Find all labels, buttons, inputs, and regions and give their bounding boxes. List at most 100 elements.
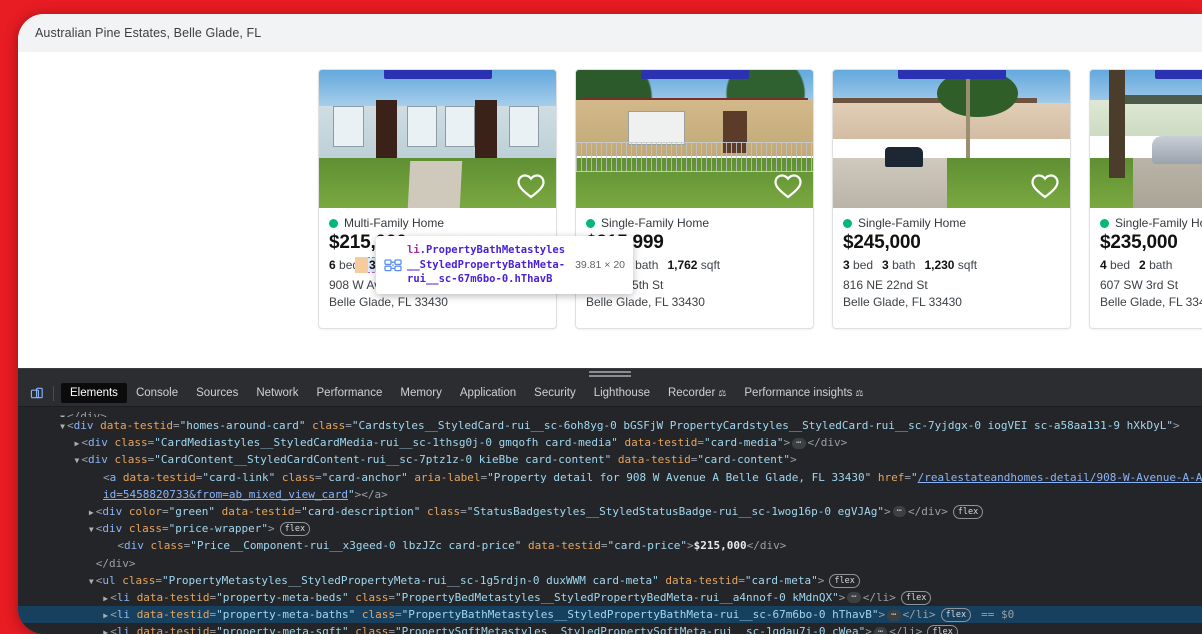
dom-token-punct: =: [162, 504, 169, 518]
dom-token-attrv: "PropertyMetastyles__StyledPropertyMeta-…: [162, 573, 659, 587]
expand-triangle-down-icon[interactable]: ▼: [87, 521, 96, 538]
dom-token-txt: $215,000: [693, 539, 747, 553]
browser-tab[interactable]: Australian Pine Estates, Belle Glade, FL: [18, 14, 1202, 52]
collapsed-children-icon[interactable]: ⋯: [847, 592, 861, 604]
property-card[interactable]: Single-Family Home $235,000 4 bed 2 bath 607…: [1089, 69, 1202, 329]
dom-token-attrv: ": [911, 470, 918, 484]
card-media[interactable]: [1090, 70, 1202, 208]
dom-token-attrv: "property-meta-beds": [216, 590, 349, 604]
devtools-tab-lighthouse[interactable]: Lighthouse: [585, 383, 659, 403]
dom-token-punct: =: [314, 470, 322, 484]
dom-tree-line[interactable]: ▶ <div class="CardMediastyles__StyledCard…: [18, 434, 1202, 451]
dom-tree-line[interactable]: ▶</div>: [18, 555, 1202, 572]
card-media[interactable]: [833, 70, 1070, 208]
devtools-tab-performance-insights[interactable]: Performance insights ⚖: [735, 383, 872, 403]
save-heart-icon[interactable]: [516, 172, 546, 200]
expand-triangle-right-icon[interactable]: ▶: [87, 504, 96, 521]
dom-tree-line[interactable]: ▶ <li data-testid = "property-meta-beds" cl…: [18, 589, 1202, 606]
save-heart-icon[interactable]: [773, 172, 803, 200]
card-address: 816 NE 22nd St Belle Glade, FL 33430: [843, 277, 1060, 311]
devtools-tab-security[interactable]: Security: [525, 383, 585, 403]
flex-badge[interactable]: flex: [940, 608, 972, 623]
collapsed-children-icon[interactable]: ⋯: [892, 506, 907, 518]
dom-tree-line[interactable]: ▶id=5458820733&from=ab_mixed_view_card">…: [18, 486, 1202, 503]
dom-token-punct: <: [110, 625, 117, 634]
flex-badge[interactable]: flex: [900, 590, 932, 605]
dom-token-attrv: "Property detail for 908 W Avenue A Bell…: [487, 470, 872, 484]
dom-token-punct: >: [687, 539, 694, 553]
devtools-tab-application[interactable]: Application: [451, 383, 525, 403]
dom-token-punct: >: [790, 453, 797, 467]
dom-token-tagn: li: [116, 625, 131, 634]
dom-token-attrv: "CardContent__StyledCardContent-rui__sc-…: [154, 453, 612, 467]
dom-token-tagn: div: [102, 522, 123, 536]
devtools-tab-sources[interactable]: Sources: [187, 383, 247, 403]
dom-tree-line[interactable]: ▶ <li data-testid = "property-meta-sqft" cl…: [18, 623, 1202, 634]
property-meta-beds: 4 bed: [1100, 258, 1131, 272]
devtools-resize-handle[interactable]: [18, 369, 1202, 380]
flex-badge[interactable]: flex: [279, 522, 311, 537]
dom-token-tagn: li: [116, 608, 131, 622]
expand-triangle-right-icon[interactable]: ▶: [101, 607, 110, 624]
inspector-tag-name: li: [407, 244, 420, 256]
device-toolbar-icon[interactable]: [24, 382, 50, 404]
card-description-status-badge: Multi-Family Home: [329, 216, 546, 230]
devtools-tab-recorder[interactable]: Recorder ⚖: [659, 383, 735, 403]
devtools-tab-performance[interactable]: Performance: [308, 383, 392, 403]
card-media[interactable]: [576, 70, 813, 208]
dom-token-punct: </div>: [67, 410, 107, 417]
dom-tree-line[interactable]: ▼ <ul class="PropertyMetastyles__StyledPr…: [18, 572, 1202, 589]
dom-token-tagn: a: [109, 470, 117, 484]
dom-token-attrn: class: [150, 539, 184, 553]
flex-badge[interactable]: flex: [927, 625, 958, 634]
flex-badge[interactable]: flex: [952, 504, 984, 519]
dom-tree-line[interactable]: ▼ <div class="price-wrapper"> flex: [18, 520, 1202, 537]
baths-value: 3: [882, 258, 889, 272]
expand-triangle-down-icon[interactable]: ▼: [87, 573, 96, 590]
card-media[interactable]: [319, 70, 556, 208]
flex-badge[interactable]: flex: [829, 573, 860, 588]
expand-triangle-right-icon[interactable]: ▶: [101, 624, 110, 634]
dom-tree-line[interactable]: ▼ <div data-testid="homes-around-card" cl…: [18, 417, 1202, 434]
devtools-tab-network[interactable]: Network: [247, 383, 307, 403]
dom-token-punct: =: [388, 625, 395, 634]
expand-triangle-down-icon[interactable]: ▼: [58, 418, 67, 435]
dom-token-attrv: "price-wrapper": [168, 522, 269, 536]
devtools-tab-console[interactable]: Console: [127, 383, 187, 403]
collapsed-children-icon[interactable]: ⋯: [792, 437, 806, 449]
dom-tree-line[interactable]: ▶<a data-testid="card-link" class="card-…: [18, 469, 1202, 486]
accessibility-grid-icon: [384, 258, 402, 272]
browser-tab-strip: Australian Pine Estates, Belle Glade, FL: [18, 14, 1202, 52]
dom-tree-line[interactable]: ▼</div>: [18, 408, 1202, 417]
inspector-tooltip: li.PropertyBathMetastyles__StyledPropert…: [376, 236, 633, 294]
dom-token-punct: </div>: [908, 504, 948, 518]
collapsed-children-icon[interactable]: ⋯: [873, 626, 888, 634]
dom-token-attrn: data-testid: [136, 590, 210, 604]
tab-label: Sources: [196, 387, 239, 399]
dom-token-lnk: id=5458820733&from=ab_mixed_view_card: [103, 487, 349, 501]
dom-token-attrn: aria-label: [414, 470, 481, 484]
dom-token-punct: </li>: [889, 625, 923, 634]
tab-label: Recorder: [667, 387, 716, 399]
property-card[interactable]: Single-Family Home $245,000 3 bed 3 bath 1,2…: [832, 69, 1071, 329]
dom-tree-line[interactable]: ▼ <div class="CardContent__StyledCardCont…: [18, 451, 1202, 468]
dom-token-attrv: "card-content": [697, 453, 791, 467]
expand-triangle-down-icon[interactable]: ▼: [58, 409, 67, 417]
dom-token-punct: </div>: [746, 539, 787, 553]
save-heart-icon[interactable]: [1030, 172, 1060, 200]
devtools-tab-memory[interactable]: Memory: [391, 383, 451, 403]
dom-token-punct: <: [67, 419, 74, 432]
dom-tree-line[interactable]: ▶ <div color="green" data-testid="card-de…: [18, 503, 1202, 520]
collapsed-children-icon[interactable]: ⋯: [887, 609, 901, 621]
devtools-tab-elements[interactable]: Elements: [61, 383, 127, 403]
expand-triangle-right-icon[interactable]: ▶: [101, 590, 110, 607]
inspector-dimensions: 39.81 × 20: [575, 258, 625, 271]
dom-token-attrv: "homes-around-card": [179, 419, 306, 432]
dom-token-punct: =: [395, 608, 402, 622]
dom-token-attrv: "card-price": [607, 539, 687, 553]
dom-tree-line[interactable]: ▶<div class="Price__Component-rui__x3gee…: [18, 537, 1202, 554]
status-label: Multi-Family Home: [344, 216, 445, 230]
dom-tree-view[interactable]: ▼</div>▼<div data-testid="homes-around-c…: [18, 407, 1202, 634]
dom-token-punct: >: [817, 573, 825, 587]
dom-tree-line[interactable]: ▶ <li data-testid = "property-meta-baths" c…: [18, 606, 1202, 624]
